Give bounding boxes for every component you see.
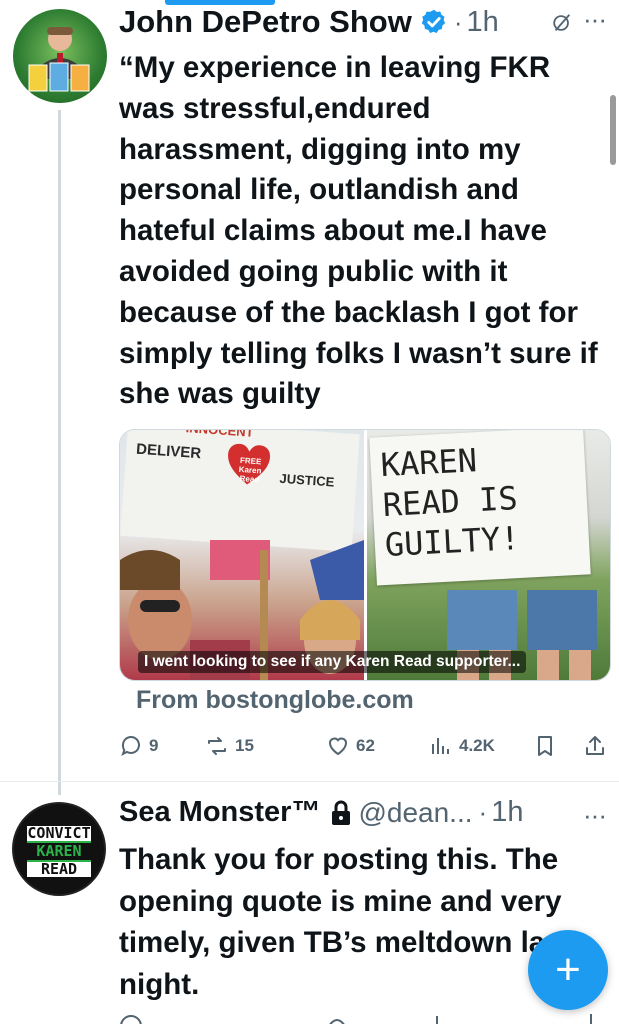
avatar-text-line2: KAREN: [27, 841, 91, 862]
author-name[interactable]: Sea Monster™: [119, 796, 320, 829]
like-count: 62: [356, 736, 375, 755]
avatar-sea-monster[interactable]: CONVICT KAREN READ: [12, 802, 106, 896]
sign-text-justice: JUSTICE: [279, 470, 335, 490]
karen-read-guilty-sign: KAREN READ IS GUILTY!: [369, 430, 591, 586]
heart-outline-icon: [328, 737, 348, 756]
sign-text-deliver: DELIVER: [135, 440, 202, 463]
repost-button[interactable]: 15: [205, 734, 254, 758]
share-icon: [586, 736, 604, 755]
separator-dot: ·: [478, 797, 488, 827]
envelope-sign: INNOCENT DELIVER FREE Karen Read JUSTICE: [120, 429, 360, 552]
separator-dot: ·: [453, 6, 463, 37]
timestamp[interactable]: 1h: [491, 796, 523, 829]
tweet-text: “My experience in leaving FKR was stress…: [119, 51, 598, 411]
more-options-icon[interactable]: ···: [583, 800, 607, 831]
bookmark-button[interactable]: [533, 734, 563, 758]
tweet-actions: 9 15 62 4.2K: [119, 734, 611, 764]
lock-icon: [332, 800, 351, 825]
tweet1-header: John DePetro Show · 1h: [119, 4, 499, 40]
author-name[interactable]: John DePetro Show: [119, 4, 412, 40]
views-count: 4.2K: [459, 736, 495, 755]
reply-button[interactable]: 9: [119, 734, 158, 758]
heart-text: FREE Karen Read: [238, 455, 262, 485]
link-source[interactable]: From bostonglobe.com: [136, 686, 414, 715]
tweet2-header: Sea Monster™ @dean... · 1h: [119, 796, 523, 829]
timestamp[interactable]: 1h: [466, 6, 498, 39]
like-button[interactable]: 62: [326, 734, 375, 758]
views-button[interactable]: 4.2K: [429, 734, 495, 758]
action-icons-peek: [120, 1014, 592, 1024]
next-actions-peek: [119, 1012, 599, 1024]
reply-count: 9: [149, 736, 159, 755]
link-card-media[interactable]: INNOCENT DELIVER FREE Karen Read JUSTICE…: [119, 429, 611, 681]
grok-icon[interactable]: [551, 12, 573, 34]
reply-icon: [121, 736, 140, 757]
avatar-badge: CONVICT KAREN READ: [27, 826, 91, 877]
share-button[interactable]: [583, 734, 613, 758]
tweet-divider: [0, 781, 619, 782]
avatar-john-depetro[interactable]: [13, 9, 107, 103]
media-image-right: KAREN READ IS GUILTY!: [367, 430, 610, 680]
media-caption: I went looking to see if any Karen Read …: [138, 651, 527, 673]
avatar-text-line3: READ: [27, 862, 91, 877]
views-chart-icon: [432, 738, 449, 754]
avatar-text-line1: CONVICT: [27, 824, 91, 842]
compose-button[interactable]: +: [528, 930, 608, 1010]
bookmark-icon: [538, 736, 552, 756]
more-options-icon[interactable]: ···: [583, 4, 607, 35]
avatar-image: [28, 27, 90, 92]
tweet-text: Thank you for posting this. The opening …: [119, 843, 572, 1001]
media-image-left: INNOCENT DELIVER FREE Karen Read JUSTICE: [120, 430, 364, 680]
repost-count: 15: [235, 736, 254, 755]
thread-line: [58, 110, 61, 795]
sign-text-top: INNOCENT: [185, 429, 255, 440]
verified-badge-icon[interactable]: [420, 8, 448, 36]
repost-icon: [208, 737, 226, 755]
author-handle[interactable]: @dean...: [358, 797, 472, 829]
